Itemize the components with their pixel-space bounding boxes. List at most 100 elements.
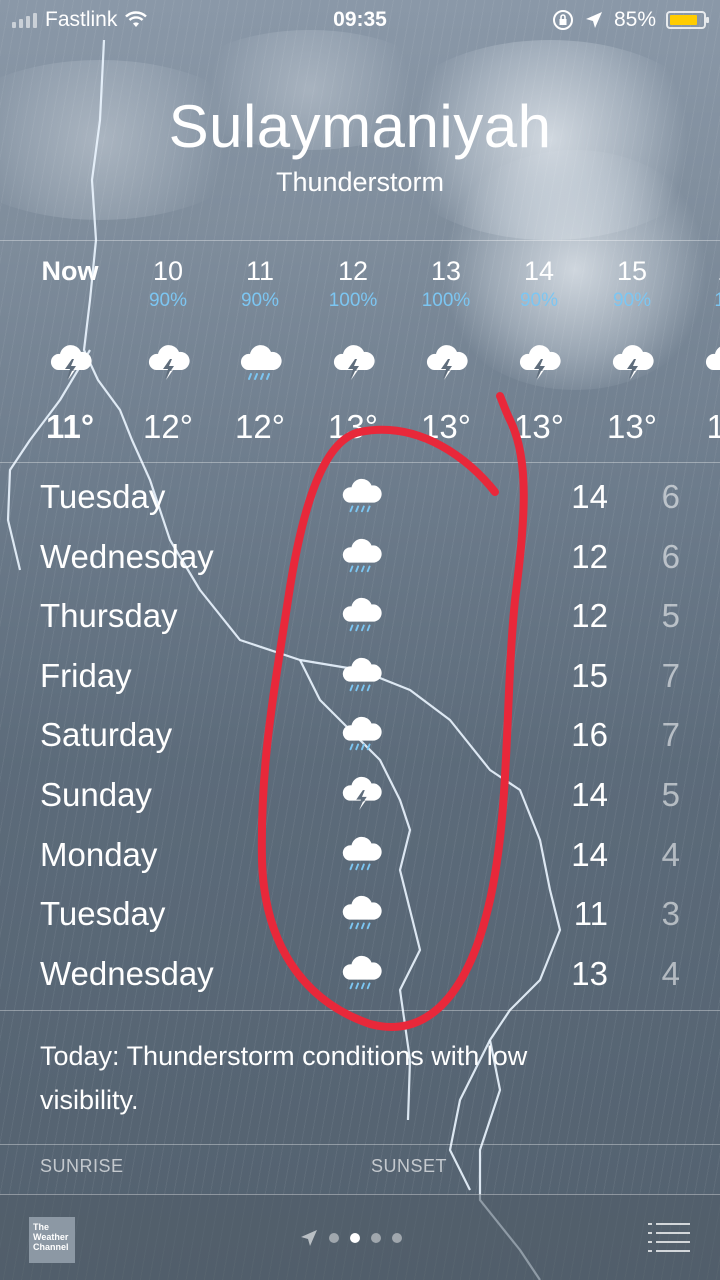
thunderstorm-icon — [123, 332, 213, 392]
thunderstorm-icon — [494, 332, 584, 392]
thunderstorm-icon — [308, 332, 398, 392]
page-dot[interactable] — [350, 1233, 360, 1243]
divider — [0, 462, 720, 463]
daily-row: Tuesday 14 6 — [0, 466, 720, 526]
hour-time: 15 — [616, 256, 648, 286]
rain-icon — [340, 653, 382, 697]
hour-precip-chance: 10 — [714, 290, 720, 311]
hour-precip-chance: 90% — [148, 290, 188, 311]
page-indicator[interactable] — [300, 1229, 402, 1247]
hour-temperature: 13° — [514, 408, 564, 445]
rain-icon — [340, 951, 382, 995]
rain-icon — [340, 474, 382, 518]
rain-icon — [340, 712, 382, 756]
hour-time: 13 — [430, 256, 462, 286]
hour-column: 110 13 — [680, 256, 720, 446]
daily-row: Friday 15 7 — [0, 645, 720, 705]
sunrise-label: SUNRISE — [40, 1156, 124, 1176]
hour-column: 13 100% 13° — [401, 256, 491, 446]
hour-temperature: 13° — [607, 408, 657, 445]
hour-temperature: 12° — [235, 408, 285, 445]
day-high-temp: 15 — [571, 656, 608, 694]
daily-forecast: Tuesday 14 6 Wednesday 12 6 Thursday 12 5 Friday 1… — [0, 466, 720, 1002]
hour-column: 14 90% 13° — [494, 256, 584, 446]
daily-row: Tuesday 11 3 — [0, 883, 720, 943]
day-low-temp: 5 — [661, 775, 680, 813]
day-low-temp: 3 — [661, 895, 680, 933]
day-name: Tuesday — [40, 478, 166, 515]
day-low-temp: 5 — [661, 597, 680, 635]
day-low-temp: 7 — [661, 656, 680, 694]
battery-percent: 85% — [613, 8, 656, 31]
thunderstorm-icon — [587, 332, 677, 392]
city-list-icon[interactable] — [648, 1221, 690, 1253]
day-high-temp: 12 — [571, 537, 608, 575]
hour-temperature: 13° — [328, 408, 378, 445]
day-name: Sunday — [40, 775, 152, 813]
divider — [0, 240, 720, 241]
bottom-toolbar: The Weather Channel — [0, 1194, 720, 1280]
thunderstorm-icon — [340, 772, 382, 816]
hour-column: 12 100% 13° — [308, 256, 398, 446]
hour-precip-chance: 90% — [519, 290, 559, 311]
day-name: Wednesday — [40, 954, 214, 992]
thunderstorm-icon — [401, 332, 491, 392]
day-high-temp: 12 — [571, 597, 608, 635]
day-high-temp: 11 — [573, 895, 608, 933]
rain-icon — [340, 891, 382, 935]
hour-column: 10 90% 12° — [123, 256, 213, 446]
day-name: Thursday — [40, 597, 178, 635]
day-name: Saturday — [40, 716, 173, 754]
hour-temperature: 13 — [706, 408, 720, 445]
page-dot[interactable] — [392, 1233, 402, 1243]
location-arrow-icon — [301, 1230, 317, 1246]
page-dot[interactable] — [329, 1233, 339, 1243]
day-name: Monday — [40, 835, 158, 873]
hour-time: 12 — [337, 256, 369, 286]
day-high-temp: 14 — [571, 835, 608, 873]
day-name: Wednesday — [40, 537, 214, 575]
hour-time: 1 — [680, 256, 720, 290]
daily-row: Saturday 16 7 — [0, 704, 720, 764]
day-low-temp: 4 — [661, 835, 680, 873]
day-low-temp: 4 — [661, 954, 680, 992]
hour-temperature: 12° — [143, 408, 193, 445]
page-dot[interactable] — [371, 1233, 381, 1243]
weather-channel-logo-text: The Weather Channel — [33, 1222, 69, 1252]
daily-row: Thursday 12 5 — [0, 585, 720, 645]
day-name: Friday — [40, 656, 132, 694]
daily-row: Monday 14 4 — [0, 824, 720, 884]
hourly-forecast[interactable]: Now 11° 10 90% 12° 11 90% 12° 12 100% 13° 13 100% 13°… — [0, 256, 720, 456]
divider — [0, 1010, 720, 1011]
hour-precip-chance: 100% — [421, 290, 471, 311]
hour-time: 11 — [245, 256, 275, 286]
weather-channel-logo[interactable]: The Weather Channel — [29, 1217, 75, 1263]
hour-precip-chance: 90% — [612, 290, 652, 311]
sunset-label: SUNSET — [371, 1156, 448, 1176]
day-low-temp: 6 — [661, 537, 680, 575]
hour-column: 15 90% 13° — [587, 256, 677, 446]
hour-column: Now 11° — [25, 256, 115, 446]
today-summary: Today: Thunderstorm conditions with low … — [40, 1041, 528, 1115]
thunderstorm-icon — [680, 332, 720, 392]
daily-row: Sunday 14 5 — [0, 764, 720, 824]
rain-icon — [340, 534, 382, 578]
city-name: Sulaymaniyah — [168, 93, 552, 160]
battery-icon — [666, 11, 709, 29]
hour-column: 11 90% 12° — [215, 256, 305, 446]
rain-icon — [215, 332, 305, 392]
day-name: Tuesday — [40, 895, 166, 933]
divider — [0, 1144, 720, 1145]
hour-precip-chance — [25, 290, 115, 314]
location-header: Sulaymaniyah Thunderstorm — [0, 92, 720, 198]
day-high-temp: 14 — [571, 478, 608, 515]
hour-precip-chance: 100% — [328, 290, 378, 311]
hour-time: 14 — [523, 256, 555, 286]
location-icon — [585, 12, 602, 28]
current-condition: Thunderstorm — [275, 167, 445, 197]
rain-icon — [340, 832, 382, 876]
hour-temperature: 13° — [421, 408, 471, 445]
hour-temperature: 11° — [45, 408, 95, 445]
day-low-temp: 6 — [661, 478, 680, 515]
day-high-temp: 16 — [571, 716, 608, 754]
